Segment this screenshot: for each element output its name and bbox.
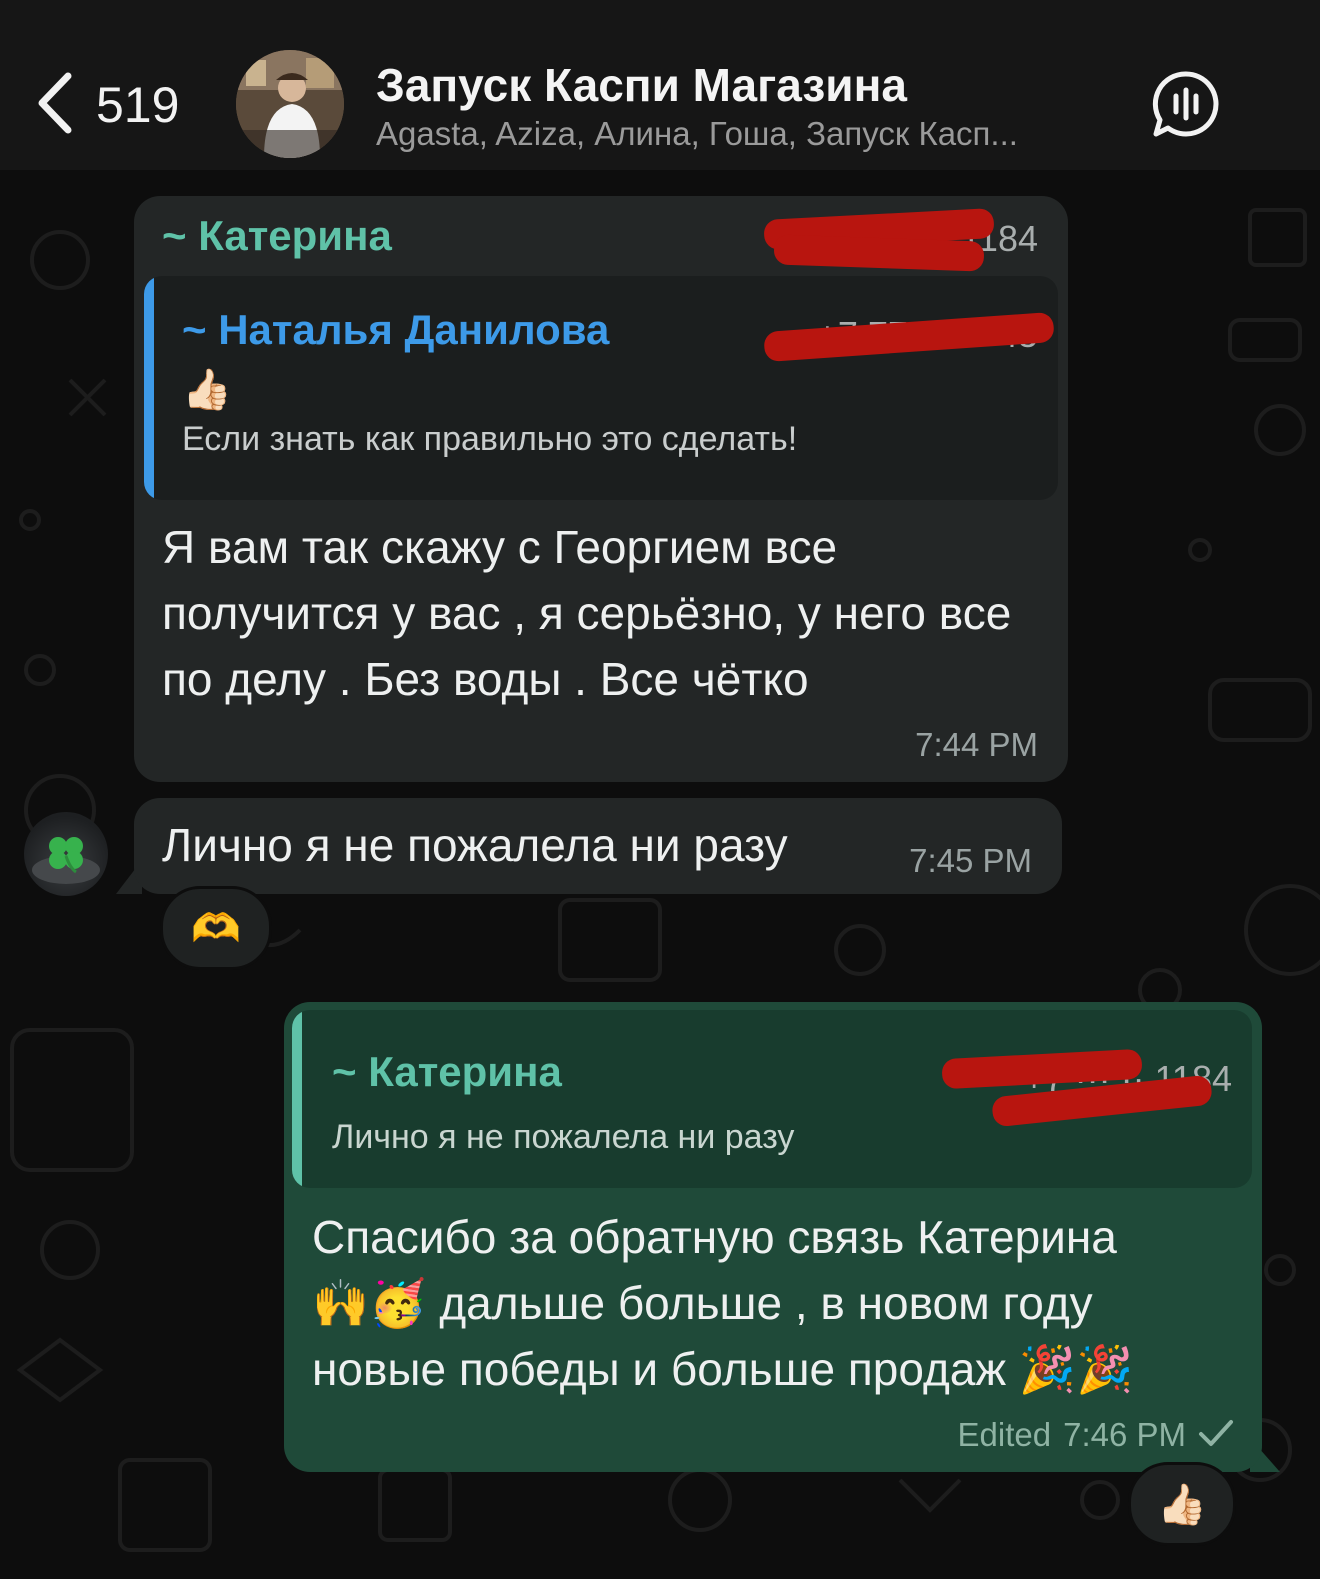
group-avatar[interactable] — [236, 50, 344, 158]
message-text-line: новые победы и больше продаж 🎉🎉 — [312, 1343, 1134, 1395]
sender-name[interactable]: ~ Катерина — [162, 212, 392, 260]
redaction-mark — [773, 234, 985, 272]
quote-accent-bar — [292, 1010, 302, 1188]
back-button[interactable]: 519 — [36, 70, 179, 140]
message-text: Лично я не пожалела ни разу — [162, 819, 788, 871]
message-time: 7:44 PM — [915, 726, 1038, 763]
message-reaction[interactable]: 👍🏻 — [1128, 1462, 1236, 1546]
quoted-sender-name: ~ Наталья Данилова — [182, 306, 610, 353]
message-text: Спасибо за обратную связь Катерина 🙌🥳 да… — [312, 1204, 1242, 1402]
heart-hands-emoji: 🫶 — [191, 906, 241, 951]
quoted-sender-name: ~ Катерина — [332, 1048, 562, 1095]
message-reaction[interactable]: 🫶 — [160, 886, 272, 970]
message-text: Я вам так скажу с Георгием все получится… — [162, 521, 1012, 705]
chat-screen: 519 Запуск Каспи Магазина Agasta, Aziza,… — [0, 0, 1320, 1579]
quote-accent-bar — [144, 276, 154, 500]
message-bubble-incoming[interactable]: Лично я не пожалела ни разу 7:45 PM — [134, 798, 1062, 894]
message-text-line: Спасибо за обратную связь Катерина — [312, 1211, 1117, 1263]
single-check-icon — [1198, 1418, 1234, 1453]
thumbs-up-emoji: 👍🏻 — [1157, 1482, 1207, 1527]
message-meta: Edited 7:46 PM — [958, 1416, 1234, 1454]
voice-chat-icon — [1150, 71, 1222, 144]
chat-header: 519 Запуск Каспи Магазина Agasta, Aziza,… — [0, 0, 1320, 170]
sender-avatar[interactable] — [24, 812, 108, 896]
quoted-text: Лично я не пожалела ни разу — [332, 1118, 795, 1156]
group-title[interactable]: Запуск Каспи Магазина — [376, 58, 907, 112]
edited-label: Edited — [957, 1416, 1052, 1453]
quoted-message[interactable]: ~ Наталья Данилова +7 77 ··· ·· 45 👍🏻 Ес… — [144, 276, 1058, 500]
message-text-line: 🙌🥳 дальше больше , в новом году — [312, 1277, 1093, 1329]
unread-count: 519 — [96, 77, 180, 133]
message-bubble-incoming[interactable]: ~ Катерина +7 ··· ·· 1184 ~ Наталья Дани… — [134, 196, 1068, 782]
message-time: 7:45 PM — [909, 842, 1032, 879]
quoted-emoji: 👍🏻 — [182, 368, 232, 412]
message-time: 7:46 PM — [1063, 1416, 1186, 1453]
quoted-text: Если знать как правильно это сделать! — [182, 420, 798, 458]
group-members-list[interactable]: Agasta, Aziza, Алина, Гоша, Запуск Касп.… — [376, 115, 1106, 153]
chevron-left-icon — [36, 72, 74, 139]
quoted-message[interactable]: ~ Катерина +7 ··· ·· 1184 Лично я не пож… — [292, 1010, 1252, 1188]
voice-chat-button[interactable] — [1150, 68, 1222, 140]
message-bubble-outgoing[interactable]: ~ Катерина +7 ··· ·· 1184 Лично я не пож… — [284, 1002, 1262, 1472]
